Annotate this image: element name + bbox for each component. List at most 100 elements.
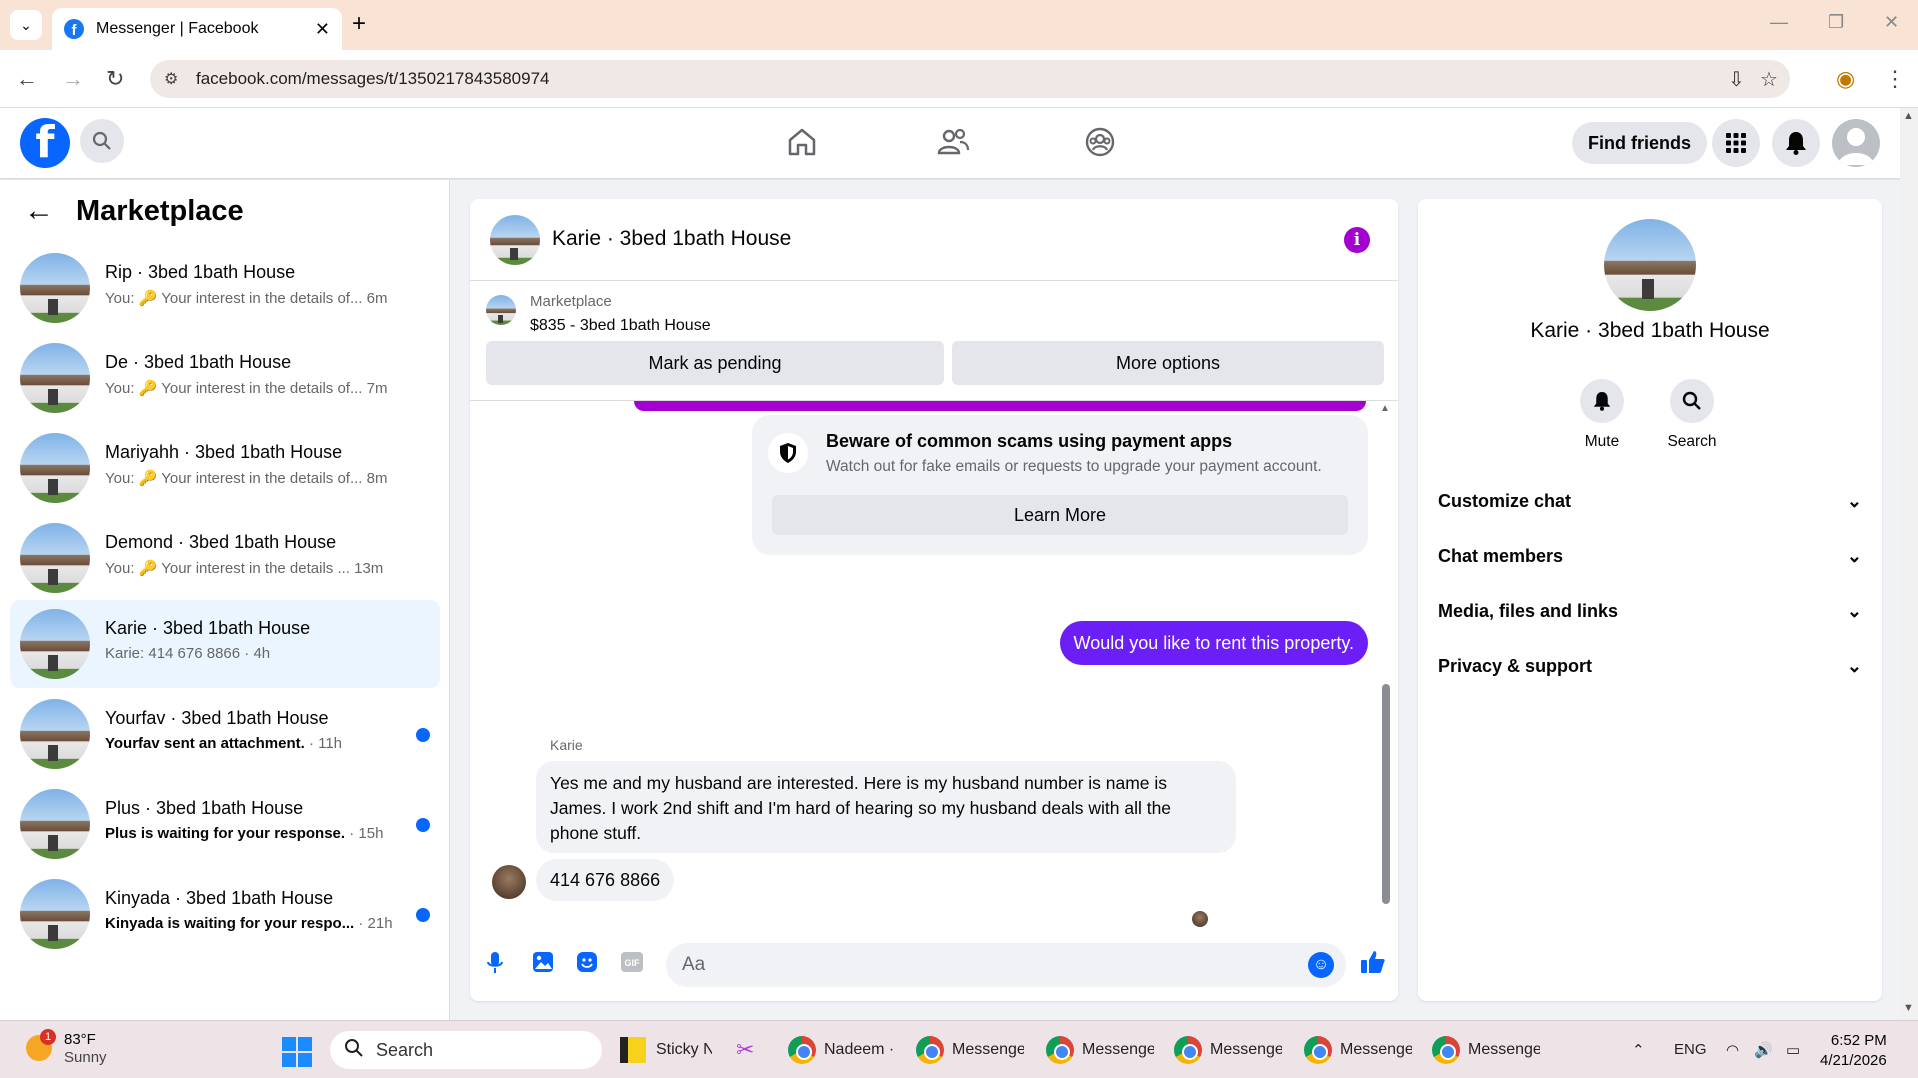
- mute-label: Mute: [1584, 433, 1620, 450]
- mark-as-pending-button[interactable]: Mark as pending: [486, 341, 944, 385]
- facebook-logo-icon[interactable]: f: [20, 118, 70, 168]
- gif-icon[interactable]: GIF: [620, 951, 644, 979]
- weather-condition: Sunny: [64, 1049, 107, 1066]
- notifications-bell-icon[interactable]: [1772, 119, 1820, 167]
- window-close-icon[interactable]: ✕: [1884, 12, 1899, 33]
- taskbar-app-chrome[interactable]: Messenge: [1304, 1035, 1412, 1065]
- taskbar-app-chrome[interactable]: Messenge: [916, 1035, 1024, 1065]
- emoji-icon[interactable]: ☺: [1308, 952, 1334, 978]
- chevron-down-icon: ⌄: [1846, 600, 1862, 621]
- message-list: Beware of common scams using payment app…: [470, 401, 1398, 931]
- privacy-support-section[interactable]: Privacy & support ⌄: [1438, 646, 1862, 686]
- battery-icon[interactable]: ▭: [1786, 1041, 1800, 1059]
- back-icon[interactable]: ←: [16, 66, 38, 92]
- taskbar-app-sticky-notes[interactable]: Sticky N: [620, 1035, 712, 1065]
- message-composer: GIF Aa ☺: [470, 941, 1398, 997]
- taskbar-app-chrome[interactable]: Nadeem ·: [788, 1035, 894, 1065]
- chat-scrollbar-thumb[interactable]: [1382, 684, 1390, 904]
- shield-icon: [768, 433, 808, 473]
- media-files-links-section[interactable]: Media, files and links ⌄: [1438, 591, 1862, 631]
- more-options-button[interactable]: More options: [952, 341, 1384, 385]
- page-scrollbar[interactable]: ▲ ▼: [1900, 108, 1918, 1020]
- close-tab-icon[interactable]: ✕: [315, 19, 330, 40]
- menu-grid-icon[interactable]: [1712, 119, 1760, 167]
- taskbar-app-chrome[interactable]: Messenge: [1432, 1035, 1540, 1065]
- search-icon[interactable]: [80, 119, 124, 163]
- conversation-item[interactable]: De · 3bed 1bath House You: 🔑 Your intere…: [10, 334, 440, 422]
- taskbar-app-chrome[interactable]: Messenge: [1174, 1035, 1282, 1065]
- account-avatar[interactable]: [1832, 119, 1880, 167]
- customize-chat-section[interactable]: Customize chat ⌄: [1438, 481, 1862, 521]
- chat-members-section[interactable]: Chat members ⌄: [1438, 536, 1862, 576]
- forward-icon[interactable]: →: [62, 66, 84, 92]
- chrome-icon: [788, 1036, 816, 1064]
- listing-thumbnail[interactable]: [486, 295, 516, 325]
- scam-warning-title: Beware of common scams using payment app…: [826, 431, 1233, 451]
- home-icon[interactable]: [786, 126, 818, 166]
- chrome-icon: [1046, 1036, 1074, 1064]
- browser-tab-strip: ⌄ f Messenger | Facebook ✕ + — ❐ ✕: [0, 0, 1918, 50]
- restore-icon[interactable]: ❐: [1828, 12, 1844, 33]
- system-clock[interactable]: 6:52 PM 4/21/2026: [1820, 1031, 1887, 1071]
- temperature: 83°F: [64, 1031, 96, 1048]
- taskbar-app-snipping-tool[interactable]: ✂: [736, 1035, 766, 1065]
- show-hidden-icons-chevron-up-icon[interactable]: ⌃: [1632, 1041, 1645, 1059]
- info-icon[interactable]: i: [1344, 227, 1370, 253]
- house-avatar: [20, 699, 90, 769]
- bookmark-star-icon[interactable]: ☆: [1760, 67, 1778, 92]
- chat-panel: Karie · 3bed 1bath House i Marketplace $…: [470, 199, 1398, 1001]
- install-app-icon[interactable]: ⇩: [1728, 67, 1745, 92]
- message-input[interactable]: Aa ☺: [666, 943, 1346, 987]
- section-label: Media, files and links: [1438, 600, 1619, 621]
- conversation-item[interactable]: Kinyada · 3bed 1bath House Kinyada is wa…: [10, 870, 440, 958]
- find-friends-button[interactable]: Find friends: [1572, 122, 1707, 164]
- mute-button[interactable]: Mute: [1562, 379, 1642, 451]
- sticker-icon[interactable]: [576, 951, 598, 979]
- microphone-icon[interactable]: [486, 951, 504, 981]
- new-tab-icon[interactable]: +: [352, 10, 366, 38]
- language-indicator[interactable]: ENG: [1674, 1041, 1707, 1058]
- search-in-chat-button[interactable]: Search: [1652, 379, 1732, 451]
- reload-icon[interactable]: ↻: [106, 66, 124, 92]
- thumbs-up-icon[interactable]: [1360, 949, 1386, 981]
- conversation-item[interactable]: Rip · 3bed 1bath House You: 🔑 Your inter…: [10, 244, 440, 332]
- groups-icon[interactable]: [1084, 126, 1116, 166]
- learn-more-button[interactable]: Learn More: [772, 495, 1348, 535]
- conversation-snippet: Kinyada is waiting for your respo... · 2…: [105, 915, 393, 932]
- conversation-item[interactable]: Demond · 3bed 1bath House You: 🔑 Your in…: [10, 514, 440, 602]
- sender-avatar[interactable]: [492, 865, 526, 899]
- friends-icon[interactable]: [936, 126, 970, 166]
- chat-avatar[interactable]: [490, 215, 540, 265]
- taskbar-app-chrome[interactable]: Messenge: [1046, 1035, 1154, 1065]
- chrome-icon: [916, 1036, 944, 1064]
- browser-tab-messenger[interactable]: f Messenger | Facebook ✕: [52, 8, 342, 50]
- chat-info-panel: Karie · 3bed 1bath House Mute Search Cus…: [1418, 199, 1882, 1001]
- site-info-icon[interactable]: ⚙: [164, 69, 178, 89]
- photo-icon[interactable]: [532, 951, 554, 979]
- chat-title[interactable]: Karie · 3bed 1bath House: [552, 227, 791, 251]
- taskbar-search-input[interactable]: Search: [330, 1031, 602, 1069]
- chrome-icon: [1304, 1036, 1332, 1064]
- conversation-item-active[interactable]: Karie · 3bed 1bath House Karie: 414 676 …: [10, 600, 440, 688]
- conversation-item[interactable]: Plus · 3bed 1bath House Plus is waiting …: [10, 780, 440, 868]
- windows-start-icon[interactable]: [282, 1037, 312, 1067]
- outgoing-message-bubble: Would you like to rent this property.: [1059, 621, 1368, 665]
- wifi-icon[interactable]: ◠: [1726, 1041, 1739, 1059]
- url-input[interactable]: ⚙ facebook.com/messages/t/13502178435809…: [150, 60, 1790, 98]
- listing-price[interactable]: $835 - 3bed 1bath House: [530, 317, 711, 335]
- conversation-name: Demond · 3bed 1bath House: [105, 532, 337, 552]
- weather-badge: 1: [40, 1029, 56, 1045]
- tab-search-dropdown-icon[interactable]: ⌄: [10, 10, 42, 40]
- conversation-item[interactable]: Yourfav · 3bed 1bath House Yourfav sent …: [10, 690, 440, 778]
- volume-icon[interactable]: 🔊: [1754, 1041, 1773, 1059]
- snipping-tool-icon: ✂: [736, 1037, 755, 1062]
- profile-icon[interactable]: ◉: [1836, 66, 1855, 92]
- browser-menu-icon[interactable]: ⋮: [1884, 66, 1906, 92]
- taskbar-search-label: Search: [376, 1039, 434, 1060]
- minimize-icon[interactable]: —: [1770, 12, 1788, 33]
- profile-avatar[interactable]: [1604, 219, 1696, 311]
- clock-date: 4/21/2026: [1820, 1052, 1887, 1069]
- back-arrow-icon[interactable]: ←: [24, 194, 54, 228]
- conversation-item[interactable]: Mariyahh · 3bed 1bath House You: 🔑 Your …: [10, 424, 440, 512]
- bell-icon: [1580, 379, 1624, 423]
